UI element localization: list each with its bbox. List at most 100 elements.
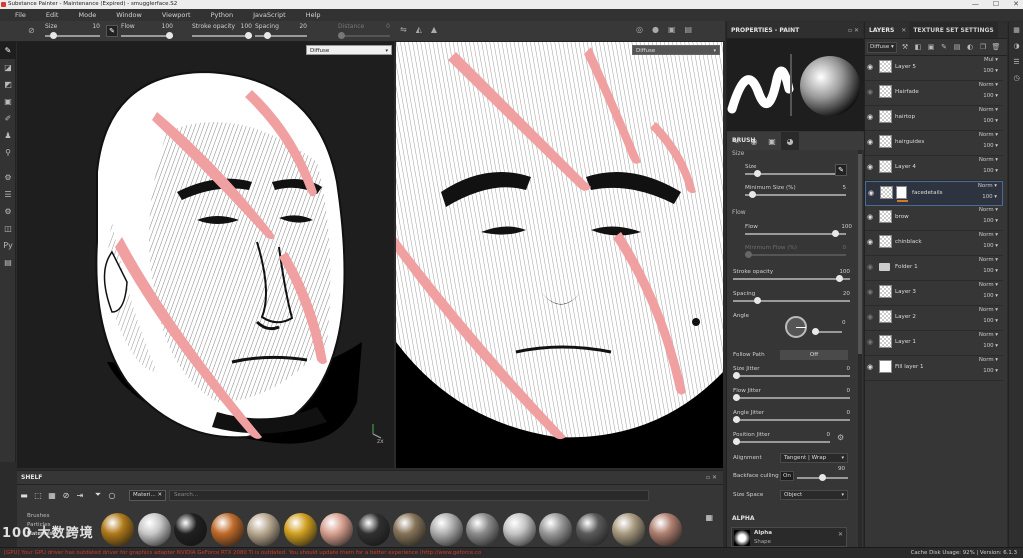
layer-name[interactable]: chinblack [895, 239, 922, 245]
layer-row[interactable]: ◉ Layer 2 Norm ▾ 100 ▾ [865, 306, 1003, 331]
layer-blend-mode[interactable]: Norm ▾ [979, 132, 998, 138]
backface-knob[interactable] [819, 474, 826, 481]
eraser-icon[interactable]: ◪ [0, 59, 16, 76]
layer-row[interactable]: ◉ chinblack Norm ▾ 100 ▾ [865, 231, 1003, 256]
visibility-eye-icon[interactable]: ◉ [867, 114, 876, 121]
size-jitter-knob[interactable] [733, 372, 740, 379]
size-slider[interactable]: Size 10 [745, 164, 846, 180]
material-swatch-sandstone[interactable] [612, 513, 645, 546]
tab-texture-set-settings[interactable]: TEXTURE SET SETTINGS [909, 22, 998, 38]
alpha-clear-icon[interactable]: ✕ [838, 531, 843, 538]
visibility-eye-icon[interactable]: ◉ [867, 289, 876, 296]
python-icon[interactable]: Py [0, 237, 16, 254]
add-mask-icon[interactable]: ◧ [913, 42, 923, 53]
flow-jitter-slider[interactable]: Flow Jitter 0 [733, 388, 850, 404]
material-swatch-gold[interactable] [283, 513, 317, 546]
toolbar-flow-value[interactable]: 100 [162, 23, 173, 30]
alignment-select[interactable]: Tangent | Wrap ▾ [780, 453, 848, 463]
toolbar-spacing-knob[interactable] [264, 32, 271, 39]
stroke-opacity-slider[interactable]: Stroke opacity 100 [733, 269, 850, 285]
properties-scrollbar[interactable] [858, 150, 862, 547]
paint-brush-icon[interactable]: ✎ [0, 42, 16, 59]
tab-color-icon[interactable]: ◕ [781, 132, 799, 150]
layer-row[interactable]: ◉ facedetails Norm ▾ 100 ▾ [865, 181, 1003, 206]
camera-icon[interactable]: ◎ [636, 25, 643, 34]
spacing-slider[interactable]: Spacing 20 [733, 291, 850, 307]
layer-row[interactable]: ◉ Layer 1 Norm ▾ 100 ▾ [865, 331, 1003, 356]
layer-opacity[interactable]: 100 ▾ [983, 243, 998, 249]
smudge-icon[interactable]: ✐ [0, 110, 16, 127]
toolbar-flow-knob[interactable] [166, 32, 173, 39]
layer-mask-thumbnail[interactable] [896, 186, 908, 202]
flow-slider[interactable]: Flow 100 [745, 224, 852, 240]
color-picker-icon[interactable]: ⚲ [0, 144, 16, 161]
layer-row[interactable]: ◉ Layer 3 Norm ▾ 100 ▾ [865, 281, 1003, 306]
visibility-eye-icon[interactable]: ◉ [867, 214, 876, 221]
settings-icon[interactable]: ⚙ [0, 169, 16, 186]
minimum-size-slider[interactable]: Minimum Size (%) 5 [745, 185, 846, 201]
layer-blend-mode[interactable]: Mul ▾ [984, 57, 998, 63]
layer-row[interactable]: ◉ Layer 4 Norm ▾ 100 ▾ [865, 156, 1003, 181]
maximize-button[interactable]: ☐ [993, 0, 999, 9]
size-space-select[interactable]: Object ▾ [780, 490, 848, 500]
add-paint-layer-icon[interactable]: ✎ [939, 42, 949, 53]
layer-name[interactable]: Layer 4 [895, 164, 916, 170]
position-jitter-knob[interactable] [733, 438, 740, 445]
filter-icon[interactable]: ⏷ [91, 490, 105, 500]
backface-culling-toggle[interactable]: On [780, 471, 794, 481]
position-jitter-slider[interactable]: Position Jitter 0 [733, 432, 830, 448]
panel-controls-icon[interactable]: ▫ ✕ [706, 471, 717, 485]
layer-name[interactable]: Layer 2 [895, 314, 916, 320]
layer-blend-mode[interactable]: Norm ▾ [979, 82, 998, 88]
add-smart-material-icon[interactable]: ◐ [965, 42, 975, 53]
layers-icon[interactable]: ◫ [0, 220, 16, 237]
menu-edit[interactable]: Edit [35, 11, 68, 19]
material-swatch-carbon[interactable] [356, 513, 390, 546]
menu-mode[interactable]: Mode [67, 11, 105, 19]
viewport-2d-channel-select[interactable]: Diffuse ▾ [632, 45, 720, 55]
layer-opacity[interactable]: 100 ▾ [983, 368, 998, 374]
menu-viewport[interactable]: Viewport [151, 11, 200, 19]
layer-opacity[interactable]: 100 ▾ [983, 343, 998, 349]
polygon-fill-icon[interactable]: ▣ [0, 93, 16, 110]
import-icon[interactable]: ⬚ [31, 491, 45, 500]
layer-blend-mode[interactable]: Norm ▾ [978, 183, 997, 189]
menu-javascript[interactable]: JavaScript [242, 11, 295, 19]
shading-icon[interactable]: ▲ [431, 25, 437, 34]
layer-row[interactable]: ◉ Layer 5 Mul ▾ 100 ▾ [865, 56, 1003, 81]
material-swatch-gold-scratched[interactable] [101, 513, 134, 546]
backface-culling-value[interactable]: 90 [838, 466, 845, 472]
menu-python[interactable]: Python [200, 11, 243, 19]
spacing-knob[interactable] [753, 297, 761, 304]
layer-row[interactable]: ◉ hairguides Norm ▾ 100 ▾ [865, 131, 1003, 156]
layer-name[interactable]: Fill layer 1 [895, 364, 924, 370]
layer-opacity[interactable]: 100 ▾ [983, 293, 998, 299]
layer-row[interactable]: ◉ brow Norm ▾ 100 ▾ [865, 206, 1003, 231]
history-icon[interactable]: ◷ [1009, 70, 1023, 86]
layer-name[interactable]: facedetails [912, 190, 943, 196]
visibility-eye-icon[interactable]: ◉ [867, 314, 876, 321]
grid-view-icon[interactable]: ▦ [45, 491, 59, 500]
layer-blend-mode[interactable]: Norm ▾ [979, 257, 998, 263]
material-swatch-copper[interactable] [648, 513, 682, 546]
view-mode-icon[interactable]: ▤ [685, 25, 693, 34]
layer-blend-mode[interactable]: Norm ▾ [979, 157, 998, 163]
layer-name[interactable]: Layer 5 [895, 64, 916, 70]
layer-blend-mode[interactable]: Norm ▾ [979, 107, 998, 113]
layer-row[interactable]: ◉ Hairfade Norm ▾ 100 ▾ [865, 81, 1003, 106]
screenshot-icon[interactable]: ▣ [668, 25, 676, 34]
hide-icon[interactable]: ⊘ [59, 491, 73, 500]
layer-opacity[interactable]: 100 ▾ [982, 194, 997, 200]
layer-name[interactable]: Layer 3 [895, 289, 916, 295]
visibility-eye-icon[interactable]: ◉ [867, 89, 876, 96]
size-knob[interactable] [753, 170, 761, 177]
menu-help[interactable]: Help [295, 11, 330, 19]
minimize-button[interactable]: — [972, 0, 979, 9]
visibility-eye-icon[interactable]: ◉ [867, 339, 876, 346]
flow-jitter-knob[interactable] [733, 394, 740, 401]
size-pressure-icon[interactable]: ✎ [835, 164, 847, 176]
visibility-eye-icon[interactable]: ◉ [867, 239, 876, 246]
toolbar-stroke-value[interactable]: 100 [241, 23, 252, 30]
projection-icon[interactable]: ◩ [0, 76, 16, 93]
panel-controls-icon[interactable]: ▫ ✕ [848, 22, 859, 39]
